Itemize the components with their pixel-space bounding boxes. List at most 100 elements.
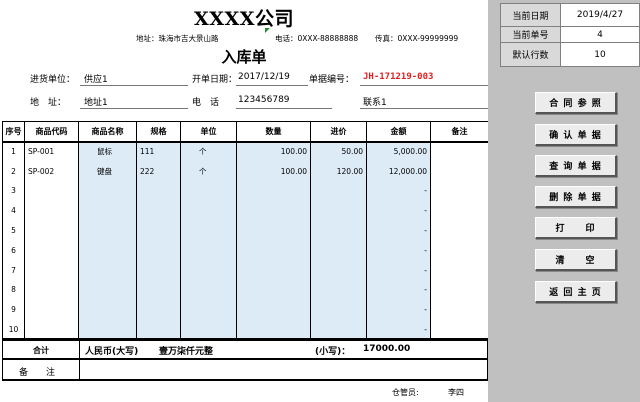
cell-unit[interactable] [180, 240, 237, 261]
contract-reference-button[interactable]: 合 同 参 照 [535, 92, 617, 114]
query-document-button[interactable]: 查 询 单 据 [535, 155, 617, 177]
keeper-label: 仓管员: [392, 388, 419, 397]
cell-seq: 4 [2, 200, 25, 221]
delete-document-button[interactable]: 删 除 单 据 [535, 186, 617, 208]
cell-price[interactable] [310, 299, 367, 320]
cell-qty[interactable] [236, 200, 311, 221]
cell-remark[interactable] [430, 319, 488, 341]
cell-unit[interactable] [180, 220, 237, 241]
cell-spec[interactable] [136, 200, 181, 221]
cell-amount[interactable]: - [366, 181, 431, 201]
tel-value[interactable]: 123456789 [238, 95, 290, 105]
cell-spec[interactable] [136, 220, 181, 241]
cell-spec[interactable] [136, 181, 181, 201]
confirm-document-button[interactable]: 确 认 单 据 [535, 124, 617, 146]
cell-amount[interactable]: - [366, 319, 431, 341]
cell-unit[interactable]: 个 [180, 161, 237, 182]
cell-name[interactable] [78, 240, 137, 261]
cell-qty[interactable]: 100.00 [236, 161, 311, 182]
contact-value[interactable]: 联系1 [363, 95, 387, 108]
cell-name[interactable] [78, 181, 137, 201]
cell-code[interactable] [24, 220, 79, 241]
cell-remark[interactable] [430, 280, 488, 300]
cell-name[interactable] [78, 260, 137, 281]
cell-qty[interactable] [236, 260, 311, 281]
cell-code[interactable] [24, 299, 79, 320]
cell-qty[interactable] [236, 220, 311, 241]
cell-remark[interactable] [430, 141, 488, 162]
date-value[interactable]: 2017/12/19 [238, 72, 290, 82]
cell-price[interactable] [310, 220, 367, 241]
cell-code[interactable] [24, 280, 79, 300]
cell-amount[interactable]: - [366, 280, 431, 300]
cell-unit[interactable]: 个 [180, 141, 237, 162]
cell-code[interactable] [24, 240, 79, 261]
cell-remark[interactable] [430, 220, 488, 241]
cell-name[interactable] [78, 220, 137, 241]
cell-spec[interactable] [136, 240, 181, 261]
docno-value[interactable]: JH-171219-003 [363, 72, 433, 82]
cell-code[interactable] [24, 181, 79, 201]
cell-name[interactable] [78, 319, 137, 341]
cell-remark[interactable] [430, 181, 488, 201]
address-value[interactable]: 地址1 [84, 95, 108, 108]
cell-price[interactable] [310, 200, 367, 221]
cell-remark[interactable] [430, 161, 488, 182]
cell-qty[interactable] [236, 319, 311, 341]
cell-qty[interactable] [236, 299, 311, 320]
col-header-code: 商品代码 [24, 121, 79, 143]
cell-code[interactable] [24, 319, 79, 341]
cell-unit[interactable] [180, 299, 237, 320]
supplier-value[interactable]: 供应1 [84, 72, 108, 85]
cell-name[interactable]: 鼠标 [78, 141, 137, 162]
cell-qty[interactable] [236, 240, 311, 261]
cell-unit[interactable] [180, 181, 237, 201]
cell-amount[interactable]: - [366, 200, 431, 221]
cell-remark[interactable] [430, 240, 488, 261]
cell-spec[interactable] [136, 319, 181, 341]
cell-price[interactable]: 120.00 [310, 161, 367, 182]
cell-price[interactable]: 50.00 [310, 141, 367, 162]
cell-amount[interactable]: - [366, 240, 431, 261]
cell-code[interactable] [24, 200, 79, 221]
cell-unit[interactable] [180, 260, 237, 281]
cell-amount[interactable]: 5,000.00 [366, 141, 431, 162]
cell-amount[interactable]: - [366, 299, 431, 320]
cell-name[interactable]: 键盘 [78, 161, 137, 182]
cell-remark[interactable] [430, 260, 488, 281]
remark-input[interactable] [80, 360, 487, 379]
table-row: 1 SP-001 鼠标 111 个 100.00 50.00 5,000.00 [2, 141, 488, 162]
cell-amount[interactable]: - [366, 260, 431, 281]
cell-unit[interactable] [180, 200, 237, 221]
cell-unit[interactable] [180, 319, 237, 341]
cell-price[interactable] [310, 319, 367, 341]
cell-spec[interactable]: 222 [136, 161, 181, 182]
cell-spec[interactable]: 111 [136, 141, 181, 162]
print-button[interactable]: 打 印 [535, 217, 617, 239]
cell-price[interactable] [310, 280, 367, 300]
cell-spec[interactable] [136, 280, 181, 300]
cell-price[interactable] [310, 240, 367, 261]
cell-spec[interactable] [136, 260, 181, 281]
cell-name[interactable] [78, 200, 137, 221]
cell-spec[interactable] [136, 299, 181, 320]
cell-name[interactable] [78, 299, 137, 320]
cell-amount[interactable]: 12,000.00 [366, 161, 431, 182]
col-header-name: 商品名称 [78, 121, 137, 143]
cell-qty[interactable] [236, 280, 311, 300]
cell-unit[interactable] [180, 280, 237, 300]
return-home-button[interactable]: 返 回 主 页 [535, 281, 617, 303]
cell-qty[interactable]: 100.00 [236, 141, 311, 162]
cell-code[interactable] [24, 260, 79, 281]
cell-name[interactable] [78, 280, 137, 300]
cell-qty[interactable] [236, 181, 311, 201]
cell-code[interactable]: SP-001 [24, 141, 79, 162]
cell-code[interactable]: SP-002 [24, 161, 79, 182]
cell-price[interactable] [310, 181, 367, 201]
cell-amount[interactable]: - [366, 220, 431, 241]
clear-button[interactable]: 清 空 [535, 249, 617, 271]
cell-remark[interactable] [430, 200, 488, 221]
cell-price[interactable] [310, 260, 367, 281]
default-rows-value[interactable]: 10 [561, 43, 639, 66]
cell-remark[interactable] [430, 299, 488, 320]
